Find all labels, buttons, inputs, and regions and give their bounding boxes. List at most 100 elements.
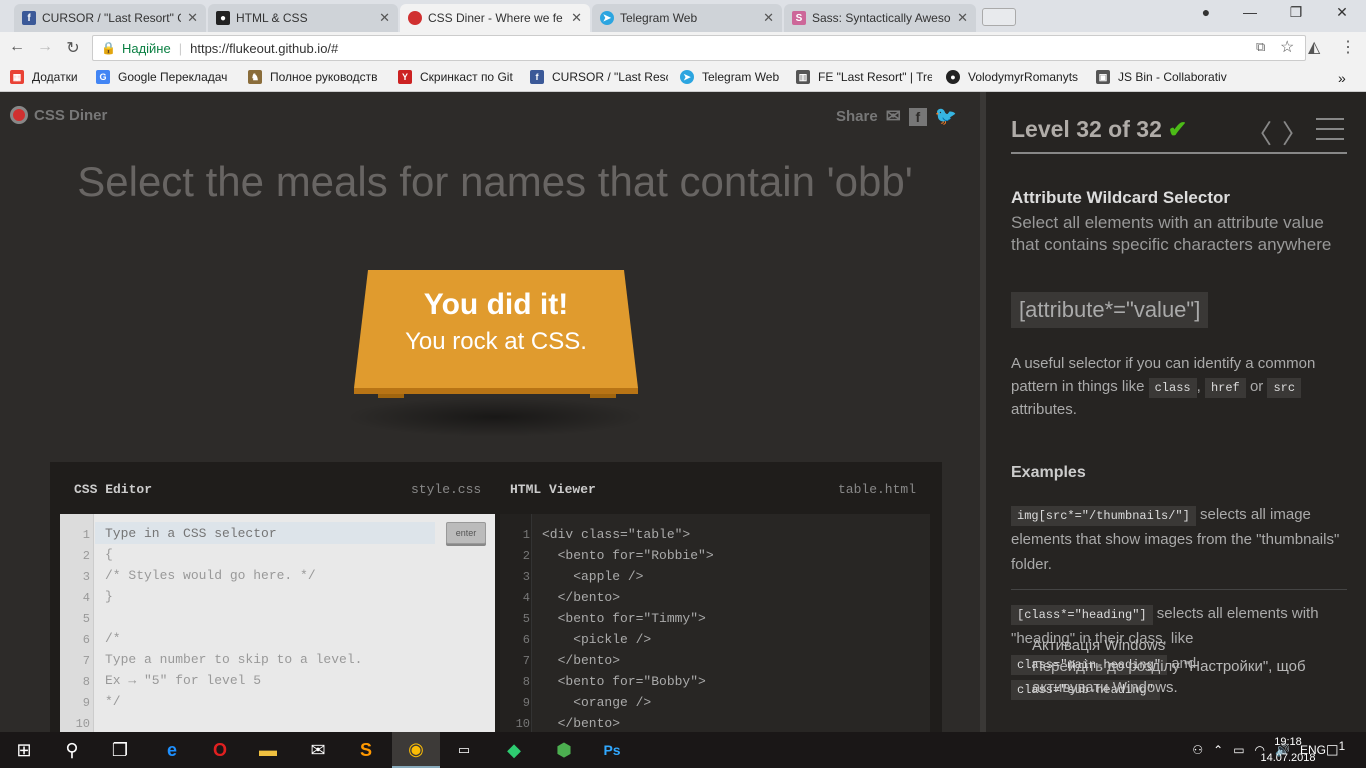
table-edge [354, 388, 638, 394]
reload-icon[interactable]: ↻ [62, 38, 84, 58]
watermark-text: активувати Windows. [1032, 679, 1178, 696]
css-code-line: /* Styles would go here. */ [105, 568, 316, 583]
battery-icon[interactable]: ▭ [1233, 743, 1244, 757]
close-icon[interactable]: ✕ [957, 10, 968, 26]
twitter-icon[interactable]: 🐦 [935, 106, 957, 127]
close-icon[interactable]: ✕ [571, 10, 582, 26]
bookmark-label: Google Перекладач [118, 70, 228, 84]
html-code-line[interactable]: <bento for="Timmy"> [542, 611, 706, 626]
photoshop-icon[interactable]: Ps [588, 732, 636, 768]
terminal-icon[interactable]: ▭ [440, 732, 488, 768]
css-code-line: } [105, 589, 113, 604]
divider [1011, 589, 1347, 590]
html-code-line[interactable]: </bento> [542, 653, 620, 668]
file-explorer-icon[interactable]: ▬ [244, 732, 292, 768]
extension-icon[interactable]: ◭ [1308, 37, 1320, 57]
line-number: 10 [75, 717, 90, 731]
window-close-button[interactable]: ✕ [1322, 4, 1362, 26]
clock[interactable]: 19:18 14.07.2018 [1258, 734, 1318, 766]
git-kraken-icon[interactable]: ◆ [490, 732, 538, 768]
html-code-line[interactable]: </bento> [542, 590, 620, 605]
lock-icon: 🔒 [101, 41, 116, 55]
opera-icon[interactable]: O [196, 732, 244, 768]
tab-title: Telegram Web [620, 11, 698, 25]
bookmark-github-profile[interactable]: ● VolodymyrRomanyts [946, 70, 1086, 84]
facebook-icon: f [22, 11, 36, 25]
html-code-line[interactable]: <bento for="Bobby"> [542, 674, 706, 689]
bookmark-jsbin[interactable]: ▣ JS Bin - Collaborativ [1096, 70, 1236, 84]
enter-button[interactable]: enter [446, 522, 486, 544]
bookmark-apps[interactable]: ▦ Додатки [10, 70, 78, 84]
close-icon[interactable]: ✕ [187, 10, 198, 26]
notification-icon[interactable]: ☐1 [1326, 740, 1345, 760]
css-code-line: */ [105, 694, 121, 709]
line-number: 5 [522, 612, 530, 626]
translate-icon[interactable]: ⧉ [1256, 39, 1265, 55]
back-icon[interactable]: ← [6, 38, 28, 56]
tab-css-diner[interactable]: CSS Diner - Where we fe ✕ [400, 4, 590, 32]
task-view-icon[interactable]: ❐ [96, 732, 144, 768]
omnibox[interactable]: 🔒 Надійне | https://flukeout.github.io/# [92, 35, 1306, 61]
close-icon[interactable]: ✕ [379, 10, 390, 26]
search-icon[interactable]: ⚲ [48, 732, 96, 768]
level-progress-bar [1011, 152, 1347, 154]
selector-syntax: [attribute*="value"] [1011, 292, 1209, 328]
email-icon[interactable]: ✉ [886, 106, 901, 127]
tab-title: CURSOR / "Last Resort" G [42, 11, 182, 25]
chrome-icon[interactable]: ◉ [392, 732, 440, 768]
win-subtitle: You rock at CSS. [405, 328, 587, 355]
windows-activation-watermark: Активація Windows Перейдіть до розділу "… [1032, 635, 1306, 698]
css-code-line: { [105, 547, 113, 562]
forward-icon[interactable]: → [34, 38, 56, 56]
bookmark-cursor[interactable]: f CURSOR / "Last Resc [530, 70, 668, 84]
android-studio-icon[interactable]: ⬢ [540, 732, 588, 768]
html-code-line[interactable]: <orange /> [542, 695, 651, 710]
bookmark-trello[interactable]: ▥ FE "Last Resort" | Tre [796, 70, 932, 84]
html-code-line[interactable]: <div class="table"> [542, 527, 690, 542]
profile-icon[interactable]: ● [1186, 4, 1226, 26]
menu-dots-icon[interactable]: ⋮ [1340, 37, 1356, 57]
bookmark-guide[interactable]: ♞ Полное руководств [248, 70, 384, 84]
watermark-text: Перейдіть до розділу "Настройки", щоб [1032, 658, 1306, 675]
apps-icon: ▦ [10, 70, 24, 84]
windows-start-icon[interactable]: ⊞ [0, 732, 48, 768]
maximize-button[interactable]: ❐ [1276, 4, 1316, 26]
bookmark-label: JS Bin - Collaborativ [1118, 70, 1227, 84]
previous-level-icon[interactable]: 〈 [1246, 114, 1272, 151]
bookmark-label: FE "Last Resort" | Tre [818, 70, 932, 84]
tab-sass[interactable]: S Sass: Syntactically Aweso ✕ [784, 4, 976, 32]
separator: | [178, 40, 183, 56]
bookmark-icon: ♞ [248, 70, 262, 84]
people-icon[interactable]: ⚇ [1192, 743, 1203, 757]
html-code-line[interactable]: <pickle /> [542, 632, 651, 647]
bookmark-git-screencast[interactable]: Y Скринкаст по Git [398, 70, 513, 84]
html-code-line[interactable]: <apple /> [542, 569, 643, 584]
tab-github[interactable]: ● HTML & CSS ✕ [208, 4, 398, 32]
css-selector-input[interactable] [95, 522, 435, 544]
level-menu-icon[interactable] [1316, 118, 1344, 140]
logo[interactable]: CSS Diner [10, 106, 107, 124]
edge-icon[interactable]: e [148, 732, 196, 768]
next-level-icon[interactable]: 〉 [1282, 114, 1308, 151]
tab-telegram[interactable]: ➤ Telegram Web ✕ [592, 4, 782, 32]
facebook-icon[interactable]: f [908, 107, 927, 126]
table-leg-right [590, 394, 616, 398]
html-code-line[interactable]: </bento> [542, 716, 620, 731]
line-number: 2 [82, 549, 90, 563]
mail-icon[interactable]: ✉ [294, 732, 342, 768]
bookmark-google-translate[interactable]: G Google Перекладач [96, 70, 227, 84]
sublime-text-icon[interactable]: S [342, 732, 390, 768]
new-tab-button[interactable] [982, 8, 1016, 26]
github-icon: ● [946, 70, 960, 84]
google-translate-icon: G [96, 70, 110, 84]
more-bookmarks-button[interactable]: » [1338, 70, 1346, 86]
close-icon[interactable]: ✕ [763, 10, 774, 26]
minimize-button[interactable]: — [1230, 4, 1270, 26]
address-toolbar: ← → ↻ 🔒 Надійне | https://flukeout.githu… [0, 32, 1366, 64]
html-code-line[interactable]: <bento for="Robbie"> [542, 548, 714, 563]
html-viewer-pane: 1 2 3 4 5 6 7 8 9 10 <div class="table">… [500, 514, 930, 732]
tray-chevron-icon[interactable]: ⌃ [1213, 743, 1223, 757]
tab-facebook[interactable]: f CURSOR / "Last Resort" G ✕ [14, 4, 206, 32]
bookmark-telegram[interactable]: ➤ Telegram Web [680, 70, 779, 84]
star-icon[interactable]: ☆ [1280, 37, 1294, 57]
